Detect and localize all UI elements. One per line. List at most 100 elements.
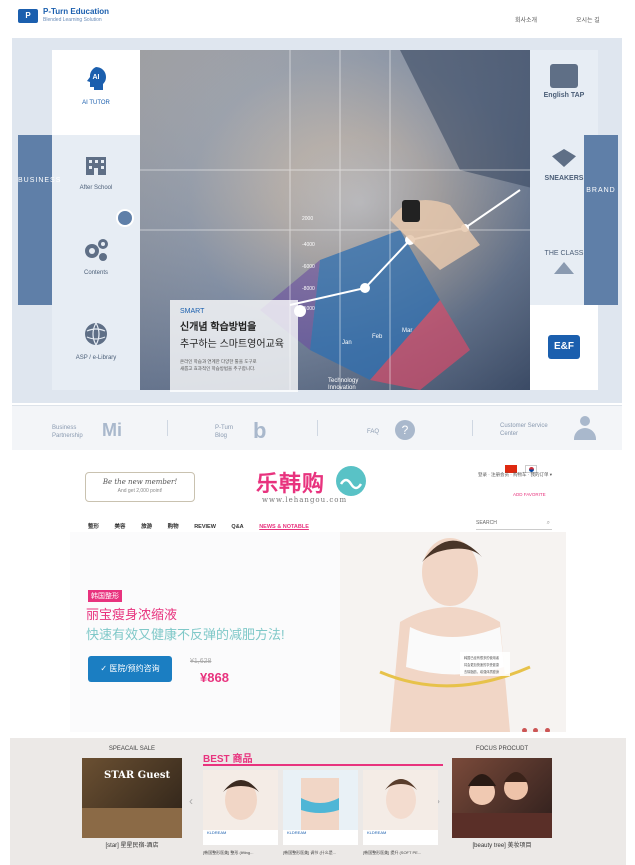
product-showcase: SPEACAIL SALE STAR Guest [star] 星星民宿-酒店 … xyxy=(10,738,626,865)
original-price: ¥1,628 xyxy=(190,658,212,665)
special-sale-image[interactable]: STAR Guest xyxy=(82,758,182,838)
chart-month-jan: Jan xyxy=(342,340,352,346)
nav-beauty[interactable]: 美容 xyxy=(115,524,126,530)
account-links[interactable]: 登录 · 注册会员 · 购物车 · 我的订单 ▾ xyxy=(478,472,552,478)
gears-icon xyxy=(85,239,108,261)
best-item-caption[interactable]: [韩国整形医美] 提升 (SOFT PE... xyxy=(363,850,438,856)
brand-label: English TAP xyxy=(543,92,585,99)
pturn-header: P P-Turn Education Blended Learning Solu… xyxy=(0,0,635,38)
link-business-partnership[interactable]: Business Partnership Mi xyxy=(52,414,152,444)
chart-axis-value: 2000 xyxy=(302,216,314,222)
link-label: FAQ xyxy=(367,429,380,435)
nav-review[interactable]: REVIEW xyxy=(194,524,216,530)
pturn-logo-mark[interactable]: P xyxy=(18,9,38,23)
divider xyxy=(317,420,318,436)
pturn-quicklinks: Business Partnership Mi P-Turn Blog b FA… xyxy=(12,405,622,450)
link-faq[interactable]: FAQ ? xyxy=(367,414,437,444)
question-bubble-icon: ? xyxy=(395,420,415,440)
focus-product-image[interactable] xyxy=(452,758,552,838)
lehangou-site: Be the new member! And get 2,000 point! … xyxy=(0,452,635,865)
logo-url: www.lehangou.com xyxy=(262,496,348,504)
brand-label: KLDREAM xyxy=(287,830,307,835)
nav-travel[interactable]: 旅游 xyxy=(141,524,152,530)
pager-dot[interactable] xyxy=(544,728,550,732)
hero-desc-1: 온라인 학습과 연계한 다양한 툴을 도구로 xyxy=(180,359,257,364)
banner-note: 将会更加快速的享受健康 xyxy=(464,662,500,667)
chart-axis-value: -6000 xyxy=(302,264,315,270)
consult-button[interactable]: ✓ 医院/预约咨询 xyxy=(88,656,172,682)
special-sale-title: SPEACAIL SALE xyxy=(108,746,156,752)
banner-note: 去除脂肪，增强体质瘦身 xyxy=(464,669,499,674)
menu-asp-elibrary[interactable]: ASP / e-Library xyxy=(52,305,140,390)
focus-product-caption[interactable]: [beauty tree] 美妆项目 xyxy=(452,840,552,849)
best-item-caption[interactable]: [韩国整形医美] 整形 (lifting... xyxy=(203,850,278,856)
business-band: BUSINESS xyxy=(18,135,60,305)
best-item-image[interactable]: KLDREAM xyxy=(363,770,438,845)
best-item-image[interactable]: KLDREAM xyxy=(203,770,278,845)
main-nav: 整形 美容 旅游 购物 REVIEW Q&A NEWS & NOTABLE xyxy=(88,522,323,530)
logo-wave-icon xyxy=(336,466,366,496)
link-pturn-blog[interactable]: P-Turn Blog b xyxy=(215,414,285,444)
nav-news-notable[interactable]: NEWS & NOTABLE xyxy=(259,524,309,530)
menu-contents[interactable]: Contents xyxy=(52,220,140,305)
ef-icon: E&F xyxy=(548,335,580,359)
menu-label: ASP / e-Library xyxy=(75,355,117,361)
hero-desc-2: 새롭고 효과적인 학습방법을 추구합니다. xyxy=(180,366,256,371)
chart-axis-value: -8000 xyxy=(302,286,315,292)
sneakers-icon xyxy=(552,149,576,167)
member-signup-banner[interactable]: Be the new member! And get 2,000 point! xyxy=(85,472,195,502)
hero-tag: SMART xyxy=(180,308,205,315)
brand-label: KLDREAM xyxy=(207,830,227,835)
nav-directions[interactable]: 오시는 길 xyxy=(576,15,600,24)
overlay-technology-innovation: Technology Innovation xyxy=(328,378,359,391)
svg-text:AI: AI xyxy=(93,74,100,81)
model-photo: 韩国已经有很多的使用者 将会更加快速的享受健康 去除脂肪，增强体质瘦身 xyxy=(340,532,566,732)
menu-ai-tutor[interactable]: AI AI TUTOR xyxy=(52,50,140,135)
globe-icon xyxy=(85,322,107,346)
hero-prev-button[interactable] xyxy=(116,209,134,227)
search-icon[interactable]: ⌕ xyxy=(547,520,550,527)
nav-plastic-surgery[interactable]: 整形 xyxy=(88,524,99,530)
link-customer-service[interactable]: Customer Service Center xyxy=(500,414,610,444)
menu-label: Contents xyxy=(83,270,108,276)
search-placeholder: SEARCH xyxy=(476,520,497,526)
nav-company-info[interactable]: 회사소개 xyxy=(515,15,537,24)
hero-banner: 韩国已经有很多的使用者 将会更加快速的享受健康 去除脂肪，增强体质瘦身 韩国整形… xyxy=(70,532,566,732)
nav-shopping[interactable]: 购物 xyxy=(168,524,179,530)
chart-month-mar: Mar xyxy=(402,328,413,334)
focus-product-title: FOCUS PROCUDT xyxy=(475,746,529,752)
sale-price: ¥868 xyxy=(200,670,229,685)
pturn-hero: Jan Feb Mar 2000 -4000 -6000 -8000 -1000… xyxy=(12,38,622,403)
pager-dot[interactable] xyxy=(522,728,527,732)
best-item-caption[interactable]: [韩国整形医美] 调节 (什么是... xyxy=(283,850,358,856)
pturn-logo-name[interactable]: P-Turn Education xyxy=(43,7,109,16)
mi-icon: Mi xyxy=(102,420,122,440)
blog-b-icon: b xyxy=(253,418,267,443)
search-input[interactable]: SEARCH ⌕ xyxy=(476,520,552,530)
best-prev-arrow[interactable]: ‹ xyxy=(189,794,193,808)
special-sale-image-text: STAR Guest xyxy=(104,770,171,781)
link-label: Business Partnership xyxy=(52,425,83,439)
chart-month-feb: Feb xyxy=(372,334,383,340)
member-line-1: Be the new member! xyxy=(102,478,178,486)
hero-headline-1: 신개념 학습방법을 xyxy=(180,322,257,333)
divider xyxy=(472,420,473,436)
brand-ef[interactable]: E&F xyxy=(530,305,598,390)
chart-axis-value: -4000 xyxy=(302,242,315,248)
menu-after-school[interactable]: After School xyxy=(52,135,140,220)
special-sale-caption[interactable]: [star] 星星民宿-酒店 xyxy=(82,840,182,849)
lehangou-logo[interactable]: 乐韩购 xyxy=(256,466,325,498)
menu-label: AI TUTOR xyxy=(82,100,110,106)
brand-english-tap[interactable]: English TAP xyxy=(530,50,598,135)
add-favorite-link[interactable]: ADD FAVORITE xyxy=(513,492,546,497)
the-class-icon xyxy=(554,262,574,274)
nav-qa[interactable]: Q&A xyxy=(231,524,243,530)
member-line-2: And get 2,000 point! xyxy=(117,488,163,494)
banner-note: 韩国已经有很多的使用者 xyxy=(464,655,500,660)
banner-tag: 韩国整形 xyxy=(88,590,122,602)
best-item-image[interactable]: KLDREAM xyxy=(283,770,358,845)
banner-headline-1: 丽宝瘦身浓缩液 xyxy=(86,607,178,622)
hero-headline-2: 추구하는 스마트영어교육 xyxy=(180,339,284,350)
pturn-logo-subtitle: Blended Learning Solution xyxy=(43,17,102,23)
pager-dot[interactable] xyxy=(533,728,539,732)
